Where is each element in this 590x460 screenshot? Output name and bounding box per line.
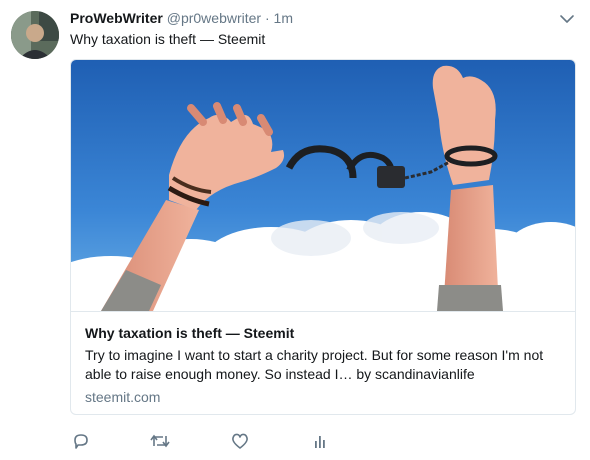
user-handle[interactable]: @pr0webwriter [167, 10, 261, 26]
tweet-actions [70, 432, 370, 454]
card-title[interactable]: Why taxation is theft — Steemit [85, 324, 294, 342]
handcuffs-sky-image [71, 60, 575, 324]
avatar-image [11, 11, 59, 59]
tweet[interactable]: ProWebWriter @pr0webwriter · 1m Why taxa… [0, 0, 590, 460]
reply-icon[interactable] [72, 432, 94, 454]
heart-icon[interactable] [231, 432, 253, 454]
card-domain[interactable]: steemit.com [85, 388, 160, 406]
card-image[interactable] [71, 60, 575, 324]
tweet-header: ProWebWriter @pr0webwriter · 1m [70, 9, 293, 27]
tweet-timestamp[interactable]: 1m [274, 10, 293, 26]
analytics-icon[interactable] [313, 432, 335, 454]
chevron-down-icon[interactable] [559, 12, 575, 26]
tweet-text: Why taxation is theft — Steemit [70, 31, 266, 47]
display-name[interactable]: ProWebWriter [70, 10, 163, 26]
separator-dot: · [264, 10, 270, 26]
card-body[interactable]: Why taxation is theft — Steemit Try to i… [71, 311, 575, 414]
retweet-icon[interactable] [150, 432, 172, 454]
link-card[interactable]: Why taxation is theft — Steemit Try to i… [70, 59, 576, 415]
avatar[interactable] [11, 11, 59, 59]
card-description: Try to imagine I want to start a charity… [85, 347, 544, 382]
